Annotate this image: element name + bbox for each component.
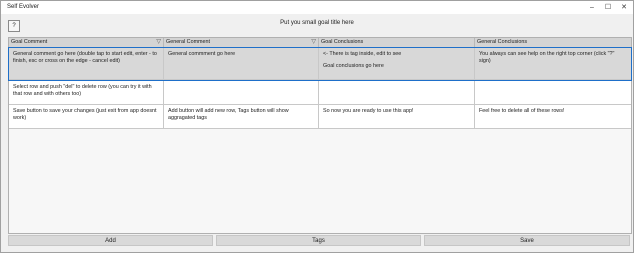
cell-text: General comment go here (double tap to s… (13, 51, 157, 64)
goal-conclusions-cell[interactable]: <- There is tag inside, edit to see Goal… (319, 48, 475, 80)
cell-text: Save button to save your changes (just e… (13, 108, 157, 121)
column-header-goal-conclusions[interactable]: Goal Conclusions (319, 38, 475, 47)
tags-button[interactable]: Tags (216, 235, 421, 246)
cell-text: Goal conclusions go here (323, 63, 384, 69)
cell-text: General commment go here (168, 51, 236, 57)
general-conclusions-cell[interactable]: Feel free to delete all of these rows! (475, 105, 631, 129)
column-header-general-conclusions[interactable]: General Conclusions (475, 38, 631, 47)
filter-icon[interactable]: ▽ (156, 38, 161, 47)
column-header-label: General Comment (166, 39, 211, 45)
column-header-label: Goal Comment (11, 39, 48, 45)
button-bar: Add Tags Save (8, 235, 630, 246)
data-grid: Goal Comment ▽ General Comment ▽ Goal Co… (8, 37, 632, 234)
column-header-goal-comment[interactable]: Goal Comment ▽ (9, 38, 164, 47)
column-header-label: Goal Conclusions (321, 39, 364, 45)
table-row[interactable]: Select row and push "del" to delete row … (9, 81, 631, 105)
goal-conclusions-cell[interactable]: So now you are ready to use this app! (319, 105, 475, 129)
general-conclusions-cell[interactable]: You always can see help on the right top… (475, 48, 631, 80)
app-window: Self Evolver – ☐ ✕ ? Put you small goal … (0, 0, 634, 253)
cell-text: Feel free to delete all of these rows! (479, 108, 565, 114)
cell-text: Add button will add new row, Tags button… (168, 108, 289, 121)
table-row[interactable]: Save button to save your changes (just e… (9, 105, 631, 129)
cell-text: So now you are ready to use this app! (323, 108, 414, 114)
close-button[interactable]: ✕ (616, 1, 632, 14)
goal-conclusions-cell[interactable] (319, 81, 475, 105)
table-row[interactable]: General comment go here (double tap to s… (8, 47, 632, 81)
column-header-label: General Conclusions (477, 39, 528, 45)
save-button[interactable]: Save (424, 235, 630, 246)
maximize-button[interactable]: ☐ (600, 1, 616, 14)
general-comment-cell[interactable]: Add button will add new row, Tags button… (164, 105, 319, 129)
minimize-button[interactable]: – (584, 1, 600, 14)
general-conclusions-cell[interactable] (475, 81, 631, 105)
add-button[interactable]: Add (8, 235, 213, 246)
column-header-general-comment[interactable]: General Comment ▽ (164, 38, 319, 47)
general-comment-cell[interactable] (164, 81, 319, 105)
title-bar: Self Evolver – ☐ ✕ (1, 1, 633, 14)
goal-title[interactable]: Put you small goal title here (1, 20, 633, 26)
grid-header: Goal Comment ▽ General Comment ▽ Goal Co… (9, 38, 631, 47)
goal-comment-cell[interactable]: General comment go here (double tap to s… (9, 48, 164, 80)
cell-text: Select row and push "del" to delete row … (13, 84, 152, 97)
window-title: Self Evolver (7, 4, 40, 10)
goal-comment-cell[interactable]: Select row and push "del" to delete row … (9, 81, 164, 105)
cell-text: <- There is tag inside, edit to see (323, 51, 402, 57)
cell-text: You always can see help on the right top… (479, 51, 615, 64)
goal-comment-cell[interactable]: Save button to save your changes (just e… (9, 105, 164, 129)
filter-icon[interactable]: ▽ (311, 38, 316, 47)
general-comment-cell[interactable]: General commment go here (164, 48, 319, 80)
